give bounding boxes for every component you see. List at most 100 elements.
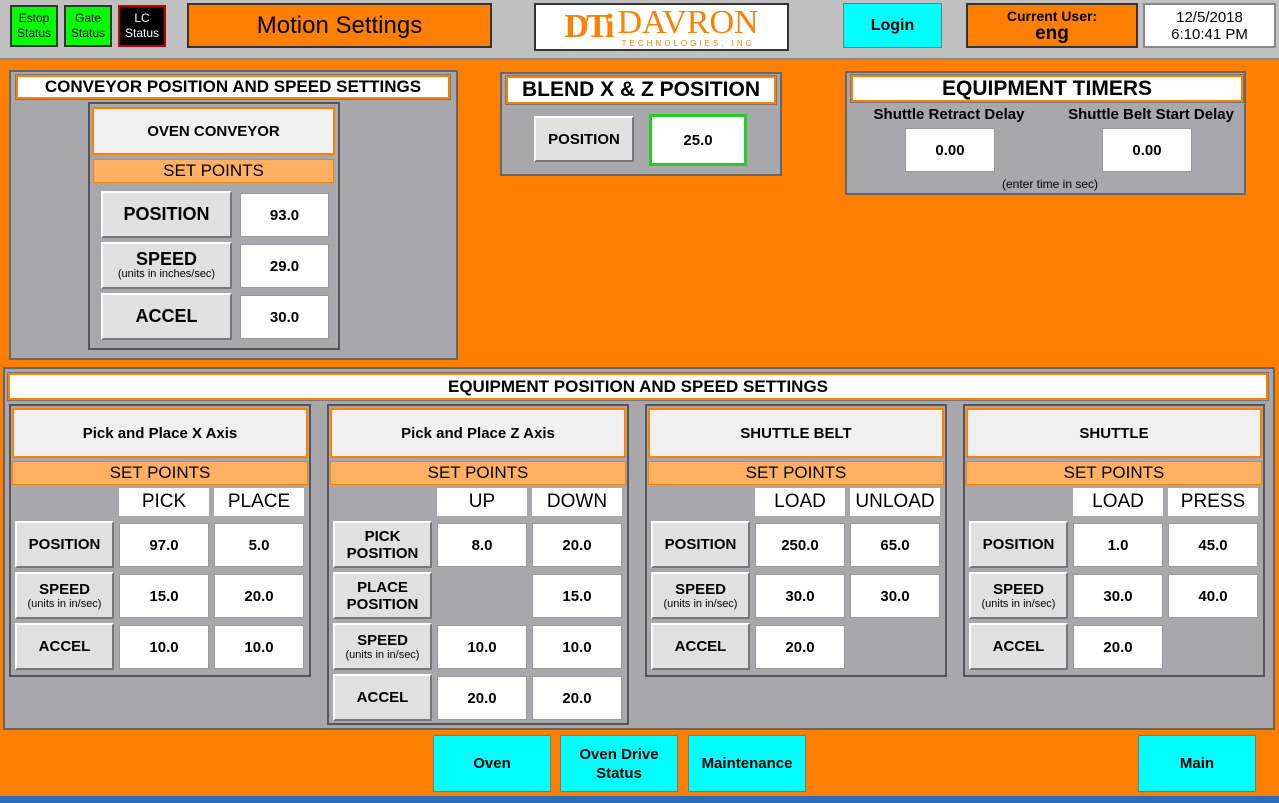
z-axis-pick-down-input[interactable]: 20.0 [532,523,622,567]
z-axis-pick-position-text: POSITION [346,544,419,562]
x-axis-position-label: POSITION [15,521,114,568]
oven-drive-status-line1: Oven Drive [579,745,659,763]
shuttle-col-load: LOAD [1073,488,1163,516]
shuttle-speed-text: SPEED [993,581,1044,598]
z-axis-pick-position-label: PICK POSITION [333,521,432,568]
blend-position-input[interactable]: 25.0 [649,114,747,166]
timers-panel-title: EQUIPMENT TIMERS [850,74,1244,103]
time-text: 6:10:41 PM [1171,25,1248,43]
shuttle-press-speed-input[interactable]: 40.0 [1168,574,1258,618]
z-axis-accel-text: ACCEL [356,689,409,706]
shuttle-belt-load-position-input[interactable]: 250.0 [755,523,845,567]
x-axis-speed-label: SPEED (units in in/sec) [15,572,114,619]
conveyor-panel-title: CONVEYOR POSITION AND SPEED SETTINGS [15,74,451,100]
x-axis-pick-accel-input[interactable]: 10.0 [119,625,209,669]
login-button[interactable]: Login [843,3,942,48]
timers-note: (enter time in sec) [1001,177,1099,191]
current-user-label: Current User: [1006,8,1098,24]
shuttle-retract-delay-label: Shuttle Retract Delay [873,106,1025,123]
shuttle-belt-position-label: POSITION [651,521,750,568]
shuttle-belt-speed-text: SPEED [675,581,726,598]
z-axis-set-points: SET POINTS [330,461,626,485]
estop-label-line1: Estop [18,11,50,25]
x-axis-accel-label: ACCEL [15,623,114,670]
main-nav-button[interactable]: Main [1138,735,1256,792]
shuttle-press-position-input[interactable]: 45.0 [1168,523,1258,567]
z-axis-pick-up-input[interactable]: 8.0 [437,523,527,567]
conveyor-position-input[interactable]: 93.0 [240,193,329,237]
conveyor-accel-input[interactable]: 30.0 [240,295,329,339]
x-axis-pick-position-input[interactable]: 97.0 [119,523,209,567]
conveyor-position-text: POSITION [123,204,210,224]
x-axis-set-points: SET POINTS [12,461,308,485]
shuttle-col-press: PRESS [1168,488,1258,516]
z-axis-place-position-label: PLACE POSITION [333,572,432,619]
shuttle-belt-col-unload: UNLOAD [850,488,940,516]
x-axis-col-place: PLACE [214,488,304,516]
equipment-panel-title: EQUIPMENT POSITION AND SPEED SETTINGS [7,372,1269,401]
blend-position-label: POSITION [534,116,634,162]
x-axis-col-pick: PICK [119,488,209,516]
shuttle-belt-accel-label: ACCEL [651,623,750,670]
shuttle-belt-unload-speed-input[interactable]: 30.0 [850,574,940,618]
shuttle-belt-unload-position-input[interactable]: 65.0 [850,523,940,567]
gate-label-line2: Status [70,26,106,40]
conveyor-accel-text: ACCEL [135,306,198,326]
shuttle-accel-input[interactable]: 20.0 [1073,625,1163,669]
conveyor-accel-label: ACCEL [101,293,232,340]
z-axis-place-position-text: POSITION [346,595,419,613]
conveyor-speed-label: SPEED (units in inches/sec) [101,242,232,289]
conveyor-speed-text: SPEED [135,249,198,269]
x-axis-header: Pick and Place X Axis [12,408,308,458]
shuttle-belt-accel-text: ACCEL [674,638,727,655]
x-axis-place-position-input[interactable]: 5.0 [214,523,304,567]
estop-label-line2: Status [16,26,52,40]
shuttle-load-speed-input[interactable]: 30.0 [1073,574,1163,618]
current-user-box: Current User: eng [966,3,1138,48]
current-user-value: eng [1035,23,1069,44]
x-axis-place-accel-input[interactable]: 10.0 [214,625,304,669]
taskbar-strip [0,796,1279,803]
conveyor-set-points: SET POINTS [93,159,334,183]
shuttle-position-text: POSITION [982,536,1055,553]
z-axis-down-speed-input[interactable]: 10.0 [532,625,622,669]
shuttle-belt-start-delay-input[interactable]: 0.00 [1102,128,1192,172]
davron-logo: DTi DAVRON TECHNOLOGIES, INC [534,3,789,51]
lc-status-button[interactable]: LC Status [118,5,166,47]
z-axis-down-accel-input[interactable]: 20.0 [532,676,622,720]
lc-label-line1: LC [134,11,150,25]
shuttle-header: SHUTTLE [966,408,1262,458]
shuttle-belt-speed-label: SPEED (units in in/sec) [651,572,750,619]
x-axis-place-speed-input[interactable]: 20.0 [214,574,304,618]
oven-nav-button[interactable]: Oven [433,735,551,792]
z-axis-up-speed-input[interactable]: 10.0 [437,625,527,669]
shuttle-belt-load-speed-input[interactable]: 30.0 [755,574,845,618]
x-axis-speed-text: SPEED [39,581,90,598]
datetime-display: 12/5/2018 6:10:41 PM [1143,3,1276,48]
estop-status-button[interactable]: Estop Status [10,5,58,47]
blend-position-text: POSITION [548,130,620,148]
maintenance-nav-button[interactable]: Maintenance [688,735,806,792]
x-axis-position-text: POSITION [28,536,101,553]
z-axis-accel-label: ACCEL [333,674,432,721]
z-axis-place-text: PLACE [357,578,408,596]
x-axis-pick-speed-input[interactable]: 15.0 [119,574,209,618]
z-axis-up-accel-input[interactable]: 20.0 [437,676,527,720]
conveyor-speed-input[interactable]: 29.0 [240,244,329,288]
oven-drive-status-nav-button[interactable]: Oven Drive Status [560,735,678,792]
shuttle-belt-accel-input[interactable]: 20.0 [755,625,845,669]
shuttle-belt-position-text: POSITION [664,536,737,553]
z-axis-place-down-input[interactable]: 15.0 [532,574,622,618]
shuttle-accel-text: ACCEL [992,638,1045,655]
gate-status-button[interactable]: Gate Status [64,5,112,47]
z-axis-col-down: DOWN [532,488,622,516]
shuttle-belt-header: SHUTTLE BELT [648,408,944,458]
x-axis-accel-text: ACCEL [38,638,91,655]
shuttle-speed-units: (units in in/sec) [981,598,1056,610]
shuttle-retract-delay-input[interactable]: 0.00 [905,128,995,172]
shuttle-load-position-input[interactable]: 1.0 [1073,523,1163,567]
shuttle-position-label: POSITION [969,521,1068,568]
x-axis-speed-units: (units in in/sec) [27,598,102,610]
conveyor-speed-units: (units in inches/sec) [117,268,216,280]
page-title: Motion Settings [187,3,492,48]
